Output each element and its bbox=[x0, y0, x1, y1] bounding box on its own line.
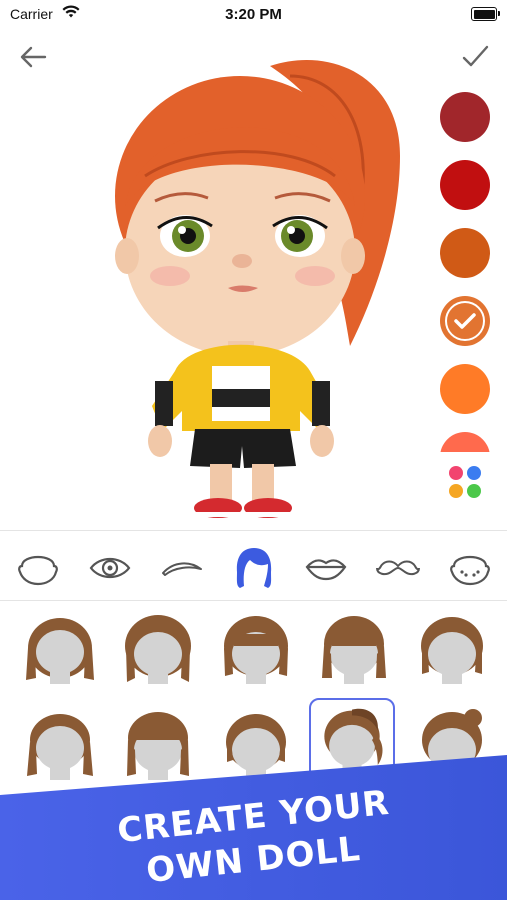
color-swatch[interactable] bbox=[440, 160, 490, 210]
checkmark-icon bbox=[454, 313, 476, 329]
hair-style-option[interactable] bbox=[311, 608, 397, 694]
mustache-icon[interactable] bbox=[368, 540, 428, 596]
color-swatch[interactable] bbox=[440, 92, 490, 142]
color-swatch-selected[interactable] bbox=[440, 296, 490, 346]
hair-icon[interactable] bbox=[224, 540, 284, 596]
status-bar: Carrier 3:20 PM bbox=[0, 0, 507, 30]
color-swatch[interactable] bbox=[440, 364, 490, 414]
color-swatch[interactable] bbox=[440, 432, 490, 452]
face-shape-icon[interactable] bbox=[8, 540, 68, 596]
hair-style-option[interactable] bbox=[115, 608, 201, 694]
doll-preview bbox=[115, 60, 400, 518]
color-swatch[interactable] bbox=[440, 228, 490, 278]
battery-icon bbox=[471, 7, 500, 21]
eyebrow-icon[interactable] bbox=[152, 540, 212, 596]
checkmark-icon[interactable] bbox=[460, 42, 490, 72]
hair-color-swatches bbox=[440, 92, 492, 452]
hair-style-option[interactable] bbox=[17, 608, 103, 694]
hair-style-option[interactable] bbox=[213, 608, 299, 694]
arrow-left-icon[interactable] bbox=[18, 42, 48, 72]
divider bbox=[0, 530, 507, 531]
eye-icon[interactable] bbox=[80, 540, 140, 596]
clock: 3:20 PM bbox=[225, 6, 282, 23]
feature-category-bar bbox=[0, 540, 507, 596]
custom-color-palette-icon[interactable] bbox=[445, 462, 485, 502]
freckles-icon[interactable] bbox=[440, 540, 500, 596]
hair-style-option[interactable] bbox=[409, 608, 495, 694]
lips-icon[interactable] bbox=[296, 540, 356, 596]
